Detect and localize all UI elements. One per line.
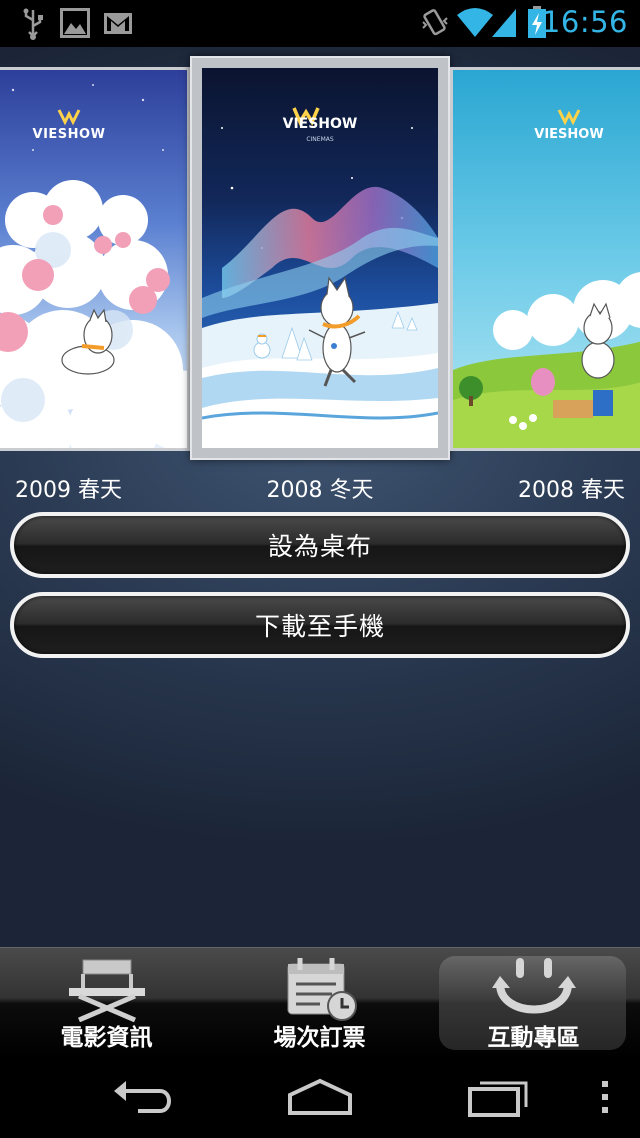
image-icon [60, 8, 90, 38]
wallpaper-screen: VIESHOW VIESHOW CINEMAS VIESHOW 2009 春天 … [0, 47, 640, 947]
wallpaper-labels: 2009 春天 2008 冬天 2008 春天 [0, 472, 640, 506]
tab-movie-info-label: 電影資訊 [60, 1025, 153, 1051]
back-icon[interactable] [110, 1077, 174, 1117]
tab-interactive-zone[interactable]: 互動專區 [427, 948, 640, 1060]
wallpaper-thumb-2009-spring[interactable]: VIESHOW [0, 67, 190, 451]
brand-logo-text-center: VIESHOW [283, 116, 358, 132]
brand-sub-text: CINEMAS [306, 136, 334, 143]
set-wallpaper-button[interactable]: 設為桌布 [10, 512, 630, 578]
navigation-bar [0, 1059, 640, 1138]
clock: 16:56 [541, 5, 628, 39]
tab-showtimes-booking-label: 場次訂票 [273, 1025, 366, 1051]
menu-icon[interactable] [598, 1077, 612, 1117]
wallpaper-gallery[interactable]: VIESHOW VIESHOW CINEMAS VIESHOW [0, 55, 640, 460]
usb-icon [23, 8, 43, 40]
brand-logo-text: VIESHOW [33, 127, 106, 142]
tab-movie-info[interactable]: 電影資訊 [0, 948, 213, 1060]
gmail-icon [104, 13, 132, 34]
recent-apps-icon[interactable] [466, 1077, 532, 1117]
tab-showtimes-booking[interactable]: 場次訂票 [213, 948, 426, 1060]
brand-logo-text-right: VIESHOW [534, 127, 603, 142]
wallpaper-2009-spring-image: VIESHOW [0, 70, 187, 448]
wifi-icon [457, 8, 493, 37]
tab-interactive-zone-label: 互動專區 [487, 1025, 580, 1051]
calendar-clock-icon [287, 958, 357, 1021]
home-icon[interactable] [286, 1077, 354, 1117]
director-chair-icon [68, 959, 145, 1022]
download-to-phone-button[interactable]: 下載至手機 [10, 592, 630, 658]
signal-icon [492, 9, 516, 37]
wallpaper-2008-winter-image: VIESHOW CINEMAS [202, 68, 438, 448]
smiley-refresh-icon [491, 958, 576, 1014]
wallpaper-2008-spring-image: VIESHOW [453, 70, 640, 448]
wallpaper-thumb-2008-winter[interactable]: VIESHOW CINEMAS [190, 56, 450, 460]
vibrate-icon [422, 9, 448, 36]
status-bar: 16:56 [0, 0, 640, 47]
bottom-tab-bar: 電影資訊 場次訂票 互動專區 [0, 947, 640, 1059]
wallpaper-thumb-2008-spring[interactable]: VIESHOW [450, 67, 640, 451]
wallpaper-label-right: 2008 春天 [518, 478, 625, 503]
